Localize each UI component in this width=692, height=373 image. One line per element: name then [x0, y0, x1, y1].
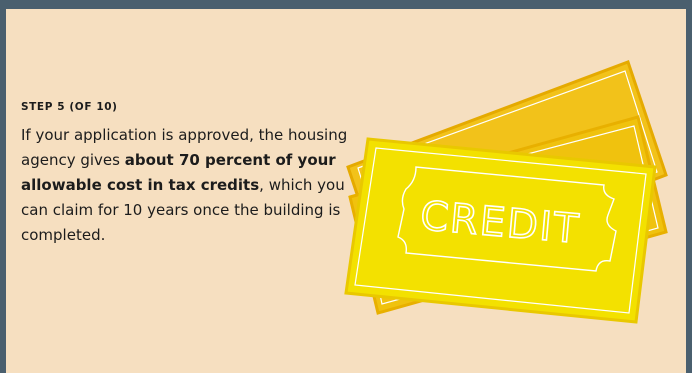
slide-panel: STEP 5 (OF 10) If your application is ap…	[6, 9, 686, 373]
credit-tickets-illustration: CREDIT	[344, 60, 668, 324]
step-label: STEP 5 (OF 10)	[21, 101, 118, 113]
front-ticket-icon: CREDIT	[344, 137, 657, 324]
slide-body-text: If your application is approved, the hou…	[21, 123, 351, 248]
